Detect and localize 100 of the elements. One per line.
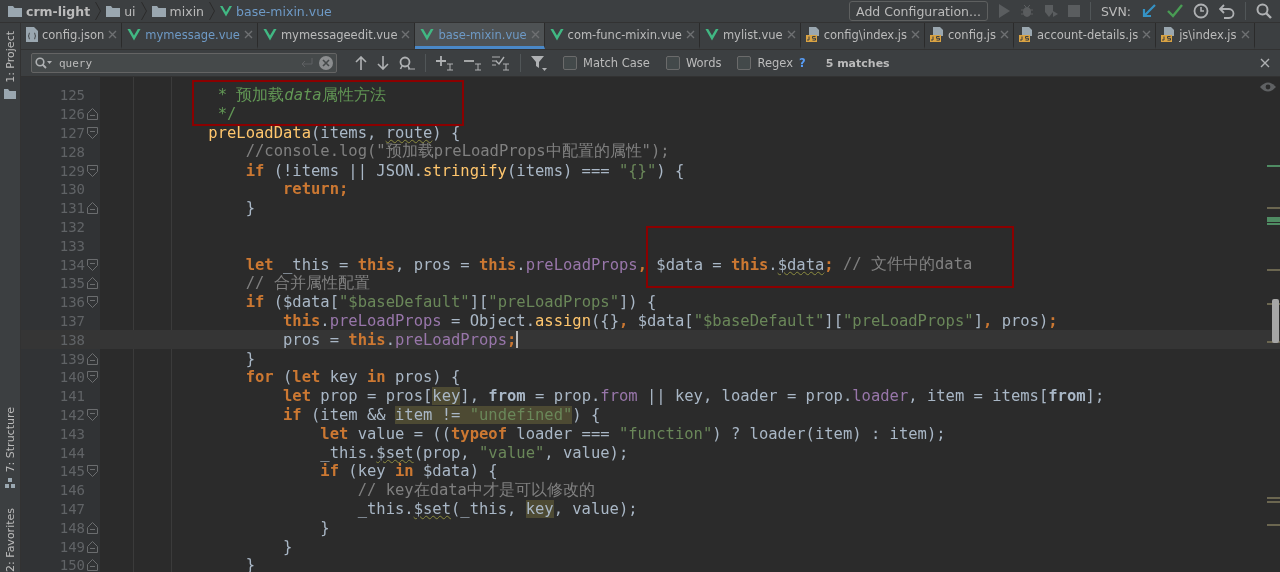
code-line: return; (281, 180, 349, 199)
js-file-icon (805, 27, 820, 42)
unfold-icon[interactable] (87, 108, 98, 121)
code-line: let prop = pros[key], from = prop.from || key, loader = prop.loader, item = items[from]; (281, 387, 1105, 406)
checkbox-label[interactable]: Regex (757, 56, 793, 70)
select-all-occurrences-icon[interactable] (492, 55, 510, 71)
vue-file-icon (262, 28, 277, 41)
vue-file-icon (704, 28, 719, 41)
editor-tab[interactable]: config.json (21, 23, 123, 49)
breadcrumb-item[interactable]: mixin (169, 3, 205, 19)
checkbox[interactable] (737, 56, 752, 70)
fold-icon[interactable] (87, 465, 98, 478)
fold-icon[interactable] (87, 296, 98, 309)
close-icon[interactable] (1142, 30, 1152, 39)
filter-icon[interactable] (531, 55, 547, 71)
stop-icon[interactable] (1067, 5, 1080, 17)
fold-icon[interactable] (87, 258, 98, 271)
structure-icon (4, 478, 16, 489)
code-line: */ (216, 105, 237, 124)
vue-file-icon (220, 5, 233, 17)
code-line: _this.$set(_this, key, value); (356, 499, 638, 518)
editor-tab[interactable]: config\index.js (800, 23, 925, 49)
file-icon (26, 27, 38, 42)
checkbox-label[interactable]: Match Case (583, 56, 650, 70)
checkmark-icon[interactable] (1167, 4, 1183, 18)
run-icon[interactable] (997, 4, 1010, 18)
eye-icon[interactable] (1260, 82, 1276, 92)
close-icon[interactable] (1000, 30, 1010, 39)
arrow-down-icon[interactable] (377, 56, 389, 70)
breadcrumb-item[interactable]: ui (124, 3, 136, 19)
close-icon[interactable] (786, 30, 796, 39)
close-icon[interactable] (243, 30, 253, 39)
vue-file-icon (420, 28, 435, 41)
editor-tab[interactable]: js\index.js (1156, 23, 1255, 49)
code-line: if (key in $data) { (319, 462, 498, 481)
vue-file-icon (549, 28, 564, 41)
code-line: _this.$set(prop, "value", value); (319, 443, 629, 462)
close-icon[interactable] (1260, 58, 1270, 68)
folder-icon (8, 5, 22, 17)
add-occurrence-icon[interactable] (436, 55, 454, 71)
code-line: } (319, 518, 330, 537)
editor-tab[interactable]: mymessage.vue (122, 23, 258, 49)
checkbox[interactable] (665, 56, 680, 70)
unfold-icon[interactable] (87, 202, 98, 215)
unfold-icon[interactable] (87, 540, 98, 553)
clock-icon[interactable] (1193, 3, 1209, 19)
checkbox-label[interactable]: Words (685, 56, 722, 70)
code-line: } (281, 537, 293, 556)
breadcrumb-item[interactable]: crm-light (26, 3, 91, 19)
update-arrow-icon[interactable] (1141, 3, 1157, 19)
unfold-icon[interactable] (87, 352, 98, 365)
unfold-icon[interactable] (87, 521, 98, 534)
fold-icon[interactable] (87, 127, 98, 139)
code-line: pros = this.preLoadProps; (281, 330, 517, 349)
match-count: 5 matches (825, 56, 890, 70)
arrow-up-icon[interactable] (355, 56, 367, 70)
tool-window-tab[interactable]: 1: Project (3, 31, 17, 83)
close-icon[interactable] (401, 30, 411, 39)
fold-icon[interactable] (87, 371, 98, 384)
close-icon[interactable] (1240, 30, 1250, 39)
editor-tab[interactable]: mylist.vue (699, 23, 801, 49)
code-line: for (let key in pros) { (244, 368, 461, 387)
tool-window-tab[interactable]: 2: Favorites (3, 508, 17, 572)
unfold-icon[interactable] (87, 559, 98, 572)
editor-tab[interactable]: account-details.js (1014, 23, 1157, 49)
code-line: this.preLoadProps = Object.assign({}, $data["$baseDefault"]["preLoadProps"], pros); (281, 311, 1058, 330)
run-configuration-button[interactable]: Add Configuration... (849, 1, 988, 21)
help-link[interactable]: ? (799, 56, 806, 70)
js-file-icon (1019, 27, 1034, 42)
editor-tab[interactable]: com-func-mixin.vue (544, 23, 700, 49)
search-icon[interactable] (1256, 3, 1272, 19)
code-line: let value = ((typeof loader === "function") ? loader(item) : item); (319, 424, 946, 443)
code-line: if (!items || JSON.stringify(items) === "{}") { (244, 161, 685, 180)
tool-window-tab[interactable]: 7: Structure (3, 406, 17, 473)
clear-icon[interactable] (319, 56, 333, 70)
folder-icon (151, 5, 166, 17)
js-file-icon (930, 27, 944, 42)
close-icon[interactable] (108, 30, 118, 39)
search-field[interactable]: query (31, 53, 337, 73)
search-input[interactable]: query (59, 56, 295, 70)
coverage-icon[interactable] (1043, 4, 1058, 18)
code-line: } (244, 199, 255, 218)
fold-icon[interactable] (87, 408, 98, 421)
unfold-icon[interactable] (87, 277, 98, 290)
js-file-icon (1161, 27, 1176, 42)
breadcrumb-item[interactable]: base-mixin.vue (236, 3, 332, 19)
code-line: preLoadData(items, route) { (207, 124, 461, 142)
code-line: } (244, 556, 255, 572)
undo-icon[interactable] (1219, 3, 1235, 19)
code-line: if (item && item != "undefined") { (281, 405, 601, 424)
bug-icon[interactable] (1019, 4, 1034, 18)
newline-icon (301, 58, 313, 68)
fold-icon[interactable] (87, 164, 98, 177)
checkbox[interactable] (563, 56, 577, 70)
editor-tab[interactable]: config.js (925, 23, 1015, 49)
find-all-icon[interactable] (399, 55, 415, 71)
code-line: let _this = this, pros = this.preLoadProps, $data = this.$data; // 文件中的data (244, 254, 973, 275)
close-icon[interactable] (911, 30, 920, 39)
close-icon[interactable] (685, 30, 695, 39)
code-line: if ($data["$baseDefault"]["preLoadProps"]) { (244, 293, 657, 312)
